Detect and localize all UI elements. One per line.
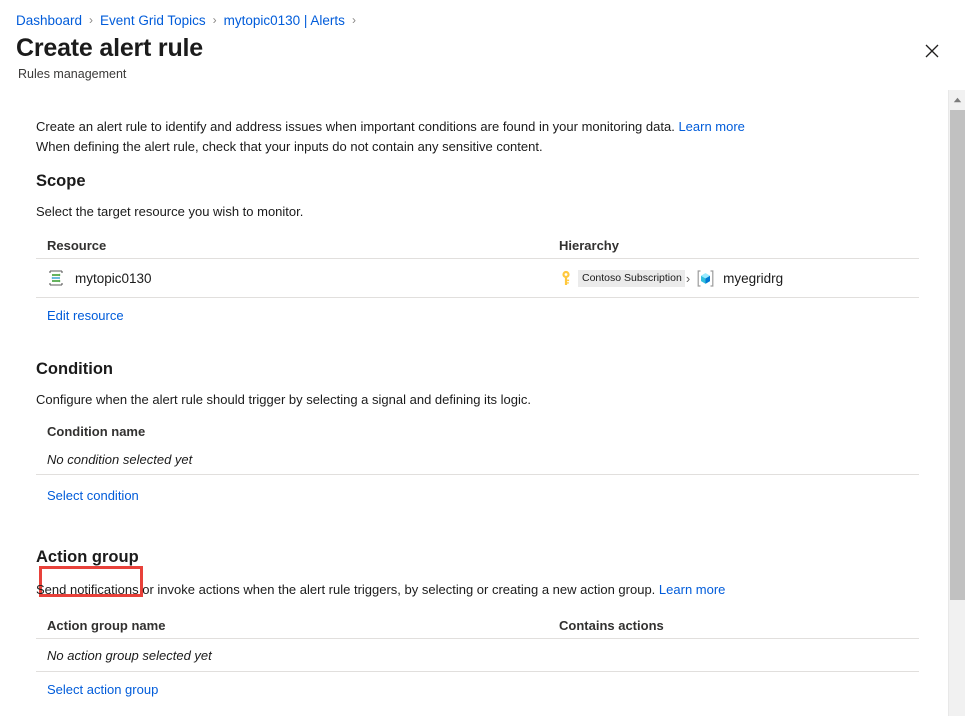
action-group-heading: Action group	[36, 548, 139, 567]
scope-heading: Scope	[36, 172, 86, 191]
condition-description: Configure when the alert rule should tri…	[36, 392, 531, 407]
close-icon	[925, 44, 939, 58]
scope-table: Resource Hierarchy	[36, 232, 919, 332]
breadcrumb-separator: ›	[213, 14, 217, 26]
action-group-table-header: Action group name Contains actions	[36, 612, 919, 638]
resource-name: mytopic0130	[75, 271, 152, 286]
intro-line-2: When defining the alert rule, check that…	[36, 139, 543, 154]
page-title: Create alert rule	[16, 33, 203, 63]
condition-table-header: Condition name	[36, 418, 919, 444]
breadcrumb-item-event-grid-topics[interactable]: Event Grid Topics	[100, 13, 206, 28]
breadcrumb: Dashboard › Event Grid Topics › mytopic0…	[16, 10, 363, 30]
edit-resource-row: Edit resource	[36, 298, 919, 332]
action-group-empty-text: No action group selected yet	[47, 648, 212, 663]
condition-empty-row: No condition selected yet	[36, 444, 919, 474]
action-group-description: Send notifications or invoke actions whe…	[36, 582, 856, 597]
breadcrumb-item-dashboard[interactable]: Dashboard	[16, 13, 82, 28]
breadcrumb-separator: ›	[352, 14, 356, 26]
column-header-contains-actions: Contains actions	[559, 618, 919, 633]
select-action-group-row: Select action group	[36, 672, 919, 706]
column-header-resource: Resource	[47, 238, 559, 253]
scope-description: Select the target resource you wish to m…	[36, 204, 303, 219]
condition-table: Condition name No condition selected yet…	[36, 418, 919, 515]
chevron-up-icon	[953, 91, 962, 106]
event-grid-topic-icon	[47, 269, 65, 287]
learn-more-link-intro[interactable]: Learn more	[678, 119, 744, 134]
key-icon	[559, 270, 573, 286]
subscription-name: Contoso Subscription	[578, 270, 685, 287]
resource-group-icon	[696, 270, 715, 287]
breadcrumb-separator: ›	[89, 14, 93, 26]
action-group-description-text: Send notifications or invoke actions whe…	[36, 582, 655, 597]
learn-more-link-action-group[interactable]: Learn more	[659, 582, 725, 597]
resource-cell: mytopic0130	[47, 269, 559, 287]
scope-table-header: Resource Hierarchy	[36, 232, 919, 258]
scroll-up-button[interactable]	[949, 90, 965, 107]
close-button[interactable]	[919, 38, 945, 64]
select-condition-row: Select condition	[36, 475, 919, 515]
column-header-action-group-name: Action group name	[47, 618, 559, 633]
breadcrumb-item-mytopic-alerts[interactable]: mytopic0130 | Alerts	[224, 13, 345, 28]
edit-resource-link[interactable]: Edit resource	[47, 308, 124, 323]
form-content: Create an alert rule to identify and add…	[0, 90, 936, 716]
select-action-group-link[interactable]: Select action group	[47, 682, 158, 697]
action-group-empty-row: No action group selected yet	[36, 639, 919, 671]
column-header-hierarchy: Hierarchy	[559, 238, 919, 253]
page-subtitle: Rules management	[18, 67, 126, 81]
intro-line-1: Create an alert rule to identify and add…	[36, 119, 675, 134]
condition-heading: Condition	[36, 360, 113, 379]
select-condition-link[interactable]: Select condition	[47, 488, 139, 503]
hierarchy-cell: Contoso Subscription › myegridrg	[559, 270, 919, 287]
action-group-table: Action group name Contains actions No ac…	[36, 612, 919, 706]
vertical-scrollbar[interactable]	[948, 90, 965, 716]
table-row[interactable]: mytopic0130 Contos	[36, 259, 919, 297]
resource-group-name: myegridrg	[723, 271, 783, 286]
intro-paragraph: Create an alert rule to identify and add…	[36, 117, 856, 157]
column-header-condition-name: Condition name	[47, 424, 559, 439]
scrollbar-thumb[interactable]	[950, 110, 965, 600]
condition-empty-text: No condition selected yet	[47, 452, 192, 467]
hierarchy-separator: ›	[686, 271, 690, 286]
